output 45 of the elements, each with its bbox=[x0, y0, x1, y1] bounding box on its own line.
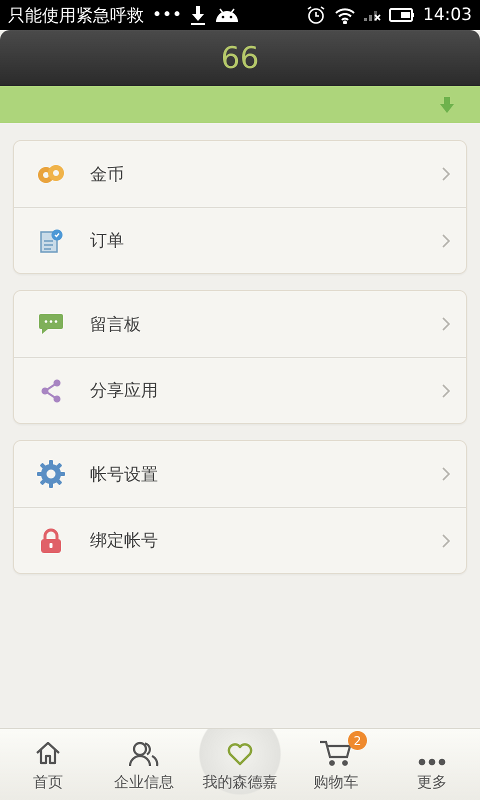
menu-item[interactable]: 留言板 bbox=[14, 291, 466, 357]
download-icon bbox=[190, 5, 206, 25]
menu-item-label: 留言板 bbox=[90, 314, 142, 336]
document-icon bbox=[39, 228, 63, 254]
chevron-right-icon bbox=[442, 167, 450, 181]
tab[interactable]: 企业信息 bbox=[96, 729, 192, 800]
menu-item[interactable]: 金币 bbox=[14, 141, 466, 207]
page-title: 66 bbox=[220, 40, 260, 76]
more-icon bbox=[418, 757, 446, 767]
chevron-right-icon bbox=[442, 234, 450, 248]
cart-icon bbox=[319, 739, 353, 767]
tab[interactable]: 更多 bbox=[384, 729, 480, 800]
chevron-right-icon bbox=[442, 467, 450, 481]
tab[interactable]: 2 购物车 bbox=[288, 729, 384, 800]
cart-count-badge: 2 bbox=[348, 731, 367, 750]
people-icon bbox=[129, 741, 159, 767]
clock-time: 14:03 bbox=[423, 5, 472, 25]
coins-icon bbox=[37, 164, 65, 184]
heart-icon bbox=[226, 741, 254, 767]
menu-item-label: 帐号设置 bbox=[90, 464, 159, 486]
more-notifications: ••• bbox=[152, 5, 182, 25]
lock-icon bbox=[39, 528, 63, 554]
chevron-right-icon bbox=[442, 534, 450, 548]
home-icon bbox=[34, 739, 62, 767]
signal-icon bbox=[364, 10, 381, 20]
menu-item[interactable]: 帐号设置 bbox=[14, 441, 466, 507]
share-icon bbox=[39, 378, 63, 402]
down-arrow-icon bbox=[440, 96, 454, 112]
robot-icon bbox=[214, 6, 240, 24]
chevron-right-icon bbox=[442, 384, 450, 398]
menu-item-label: 绑定帐号 bbox=[90, 530, 159, 552]
battery-icon bbox=[389, 7, 415, 23]
chevron-right-icon bbox=[442, 317, 450, 331]
notification-text: 只能使用紧急呼救 bbox=[8, 4, 144, 26]
menu-item[interactable]: 订单 bbox=[14, 207, 466, 273]
wifi-icon bbox=[334, 6, 356, 24]
tab[interactable]: 首页 bbox=[0, 729, 96, 800]
gear-icon bbox=[36, 459, 66, 489]
menu-item[interactable]: 绑定帐号 bbox=[14, 507, 466, 573]
menu-item-label: 分享应用 bbox=[90, 380, 159, 402]
menu-item-label: 金币 bbox=[90, 164, 125, 186]
chat-icon bbox=[38, 312, 64, 336]
alarm-icon bbox=[306, 5, 326, 25]
menu-item-label: 订单 bbox=[90, 230, 125, 252]
menu-item[interactable]: 分享应用 bbox=[14, 357, 466, 423]
